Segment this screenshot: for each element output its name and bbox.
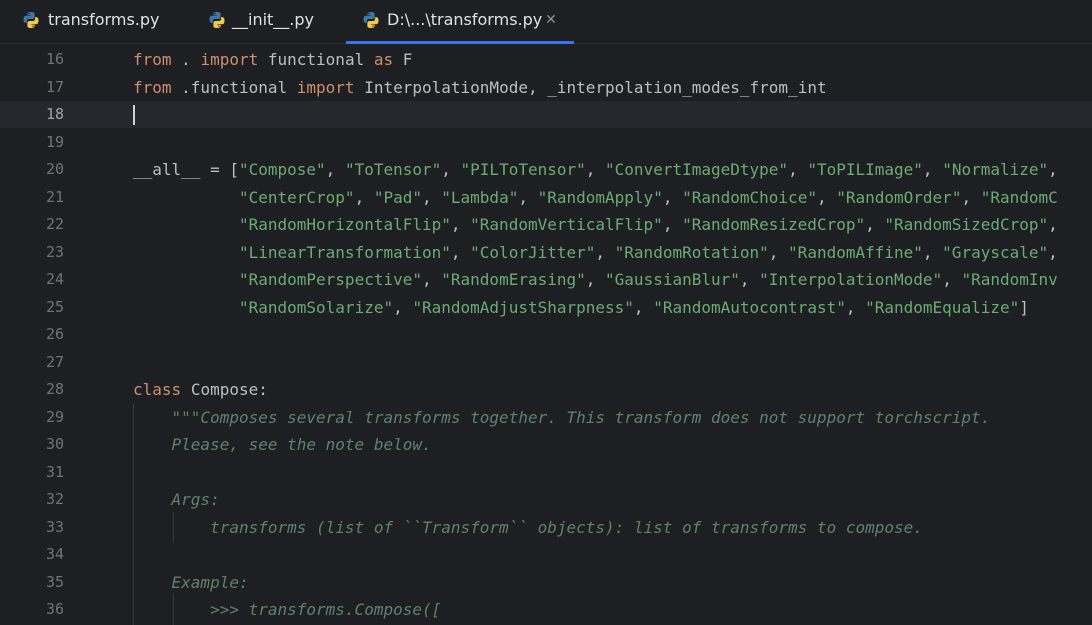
code-line[interactable]: 19 bbox=[0, 129, 1092, 156]
line-number: 19 bbox=[45, 132, 64, 151]
code-line[interactable]: 30 Please, see the note below. bbox=[0, 431, 1092, 458]
code-line[interactable]: 27 bbox=[0, 349, 1092, 376]
line-number: 30 bbox=[45, 435, 64, 453]
line-number: 34 bbox=[45, 545, 64, 563]
tab-init-py[interactable]: __init__.py bbox=[186, 0, 346, 44]
line-number: 21 bbox=[45, 187, 64, 206]
code-line[interactable]: 25 "RandomSolarize", "RandomAdjustSharpn… bbox=[0, 294, 1092, 321]
code-line[interactable]: 20 __all__ = ["Compose", "ToTensor", "PIL… bbox=[0, 156, 1092, 183]
code-line[interactable]: 32 Args: bbox=[0, 486, 1092, 513]
line-code: "RandomPerspective", "RandomErasing", "G… bbox=[238, 270, 1058, 289]
line-number: 23 bbox=[45, 242, 64, 261]
line-number: 27 bbox=[45, 352, 64, 371]
tab-transforms-py[interactable]: transforms.py bbox=[0, 0, 190, 44]
code-line[interactable]: 18 bbox=[0, 101, 1092, 128]
line-code: "RandomHorizontalFlip", "RandomVerticalF… bbox=[238, 215, 1058, 234]
line-number: 31 bbox=[45, 462, 64, 481]
line-number: 29 bbox=[45, 407, 64, 426]
python-file-icon bbox=[209, 12, 225, 28]
line-number: 18 bbox=[45, 105, 64, 123]
line-code: >>> transforms.Compose([ bbox=[210, 600, 442, 619]
code-line[interactable]: 16 from . import functional as F bbox=[0, 46, 1092, 73]
line-code: Please, see the note below. bbox=[171, 435, 432, 454]
code-line[interactable]: 17 from .functional import InterpolationM… bbox=[0, 74, 1092, 101]
line-number: 22 bbox=[45, 215, 64, 233]
code-line[interactable]: 33 transforms (list of ``Transform`` obj… bbox=[0, 514, 1092, 541]
tab-label: __init__.py bbox=[232, 10, 315, 29]
code-line[interactable]: 35 Example: bbox=[0, 569, 1092, 596]
line-number: 26 bbox=[45, 325, 64, 343]
line-number: 24 bbox=[45, 270, 64, 288]
line-code: transforms (list of ``Transform`` object… bbox=[210, 517, 923, 537]
line-code: "LinearTransformation", "ColorJitter", "… bbox=[238, 242, 1058, 262]
code-line[interactable]: 28 class Compose: bbox=[0, 376, 1092, 403]
code-line[interactable]: 24 "RandomPerspective", "RandomErasing",… bbox=[0, 266, 1092, 293]
tab-label: D:\...\transforms.py bbox=[387, 10, 543, 29]
line-code: "CenterCrop", "Pad", "Lambda", "RandomAp… bbox=[238, 187, 1058, 207]
line-number: 33 bbox=[45, 517, 64, 536]
text-caret bbox=[133, 105, 135, 125]
code-line[interactable]: 36 >>> transforms.Compose([ bbox=[0, 596, 1092, 623]
tab-label: transforms.py bbox=[48, 10, 160, 29]
code-line[interactable]: 22 "RandomHorizontalFlip", "RandomVertic… bbox=[0, 211, 1092, 238]
close-tab-icon[interactable]: ✕ bbox=[544, 11, 558, 29]
line-code: from . import functional as F bbox=[133, 50, 413, 69]
code-line[interactable]: 34 bbox=[0, 541, 1092, 568]
editor-tab-bar: transforms.py __init__.py D:\...\transfo… bbox=[0, 0, 1092, 44]
line-number: 20 bbox=[45, 160, 64, 178]
code-line[interactable]: 29 """Composes several transforms togeth… bbox=[0, 404, 1092, 431]
line-code: class Compose: bbox=[133, 380, 268, 399]
line-number: 25 bbox=[45, 297, 64, 316]
code-line[interactable]: 26 bbox=[0, 321, 1092, 348]
line-code: Example: bbox=[171, 572, 249, 592]
line-code: from .functional import InterpolationMod… bbox=[133, 77, 827, 97]
tab-d-transforms-py[interactable]: D:\...\transforms.py ✕ bbox=[346, 0, 574, 44]
code-line[interactable]: 23 "LinearTransformation", "ColorJitter"… bbox=[0, 239, 1092, 266]
python-file-icon bbox=[23, 12, 39, 28]
code-editor[interactable]: 16 from . import functional as F 17 from .f… bbox=[0, 44, 1092, 625]
line-number: 28 bbox=[45, 380, 64, 398]
python-file-icon bbox=[363, 12, 379, 28]
line-code: Args: bbox=[171, 490, 220, 509]
line-number: 17 bbox=[45, 77, 64, 96]
code-line[interactable]: 21 "CenterCrop", "Pad", "Lambda", "Rando… bbox=[0, 184, 1092, 211]
line-code: __all__ = ["Compose", "ToTensor", "PILTo… bbox=[133, 160, 1058, 179]
code-line[interactable]: 31 bbox=[0, 459, 1092, 486]
line-code: """Composes several transforms together.… bbox=[171, 407, 991, 427]
line-number: 35 bbox=[45, 572, 64, 591]
line-number: 36 bbox=[45, 600, 64, 618]
line-number: 32 bbox=[45, 490, 64, 508]
line-number: 16 bbox=[45, 50, 64, 68]
line-code: "RandomSolarize", "RandomAdjustSharpness… bbox=[238, 297, 1029, 317]
